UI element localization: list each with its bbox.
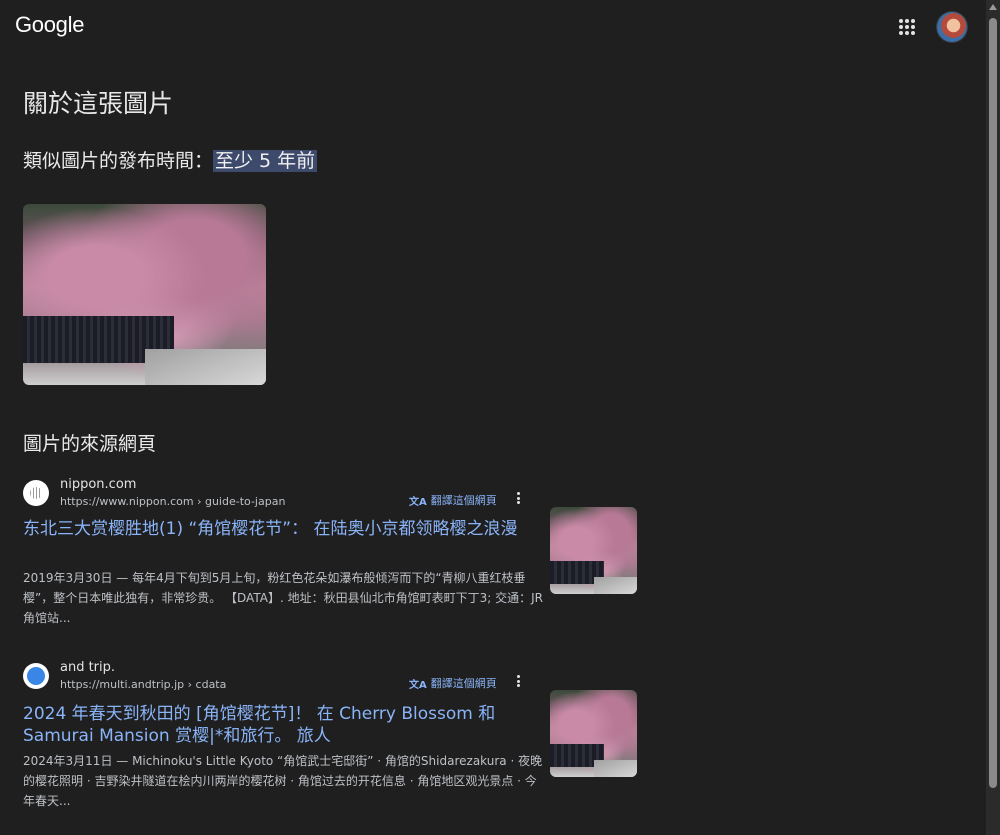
sources-heading: 圖片的來源網頁 (23, 433, 157, 455)
google-logo[interactable]: Google (15, 12, 84, 38)
top-bar: Google (0, 0, 986, 54)
result-site-row[interactable]: and trip. https://multi.andtrip.jp › cda… (23, 660, 638, 694)
result-snippet: 2019年3月30日 — 每年4月下旬到5月上旬，粉红色花朵如瀑布般倾泻而下的“… (23, 571, 543, 625)
result-thumbnail[interactable] (550, 690, 637, 777)
publish-date-info: 類似圖片的發布時間： 至少 5 年前 (23, 146, 318, 173)
result-site-row[interactable]: nippon.com https://www.nippon.com › guid… (23, 477, 638, 511)
more-options-icon[interactable] (511, 673, 525, 689)
result-site-name: nippon.com (60, 477, 137, 492)
translate-label: 翻譯這個網頁 (430, 677, 497, 690)
apps-grid-icon[interactable] (894, 14, 920, 40)
result-thumbnail[interactable] (550, 507, 637, 594)
publish-date-value: 至少 5 年前 (213, 150, 318, 172)
page-title: 關於這張圖片 (23, 89, 174, 118)
translate-page-link[interactable]: 文A 翻譯這個網頁 (409, 492, 497, 508)
result-snippet: 2024年3月11日 — Michinoku's Little Kyoto “角… (23, 754, 543, 808)
translate-label: 翻譯這個網頁 (430, 494, 497, 507)
vertical-scrollbar[interactable] (986, 0, 1000, 835)
scroll-up-arrow-icon[interactable] (989, 4, 997, 10)
result-site-name: and trip. (60, 660, 116, 675)
user-avatar[interactable] (937, 12, 967, 42)
nippon-favicon-icon (23, 480, 49, 506)
result-url: https://multi.andtrip.jp › cdata (60, 678, 227, 691)
translate-page-link[interactable]: 文A 翻譯這個網頁 (409, 675, 497, 691)
cherry-blossom-image (23, 204, 266, 385)
andtrip-favicon-icon (23, 663, 49, 689)
page: Google 關於這張圖片 類似圖片的發布時間： 至少 5 年前 圖片的來源網頁 … (0, 0, 1000, 835)
publish-date-label: 類似圖片的發布時間： (23, 150, 214, 172)
result-title-link[interactable]: 东北三大赏樱胜地(1) “角馆樱花节”： 在陆奥小京都领略樱之浪漫 (23, 518, 545, 540)
scrollbar-thumb[interactable] (989, 18, 997, 788)
cherry-blossom-thumbnail (550, 690, 637, 777)
translate-icon: 文A (409, 679, 427, 691)
query-image[interactable] (23, 204, 266, 385)
result-title-link[interactable]: 2024 年春天到秋田的 [角馆樱花节]！ 在 Cherry Blossom 和… (23, 703, 545, 747)
search-result: nippon.com https://www.nippon.com › guid… (23, 477, 638, 637)
search-result: and trip. https://multi.andtrip.jp › cda… (23, 660, 638, 820)
translate-icon: 文A (409, 496, 427, 508)
result-url: https://www.nippon.com › guide-to-japan (60, 495, 286, 508)
more-options-icon[interactable] (511, 490, 525, 506)
cherry-blossom-thumbnail (550, 507, 637, 594)
